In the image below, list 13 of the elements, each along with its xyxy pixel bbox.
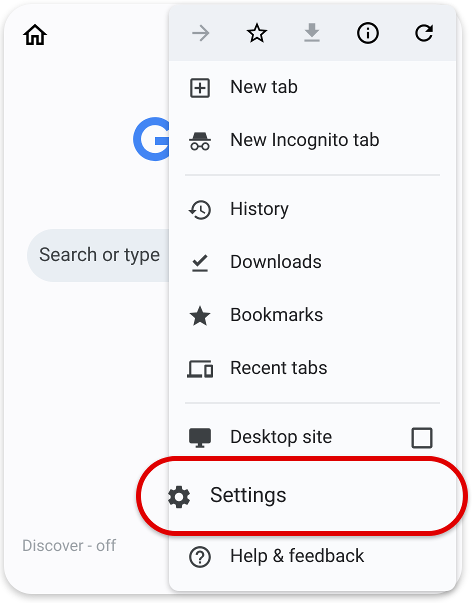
menu-item[interactable]: Help & feedback (230, 542, 364, 570)
menu-item[interactable]: Downloads (230, 248, 322, 276)
menu-item[interactable]: New tab (230, 74, 298, 102)
menu-item[interactable]: Desktop site (230, 424, 332, 452)
discover-status: Discover - off (22, 535, 116, 557)
menu-item[interactable]: Settings (210, 481, 287, 513)
star-icon (187, 302, 213, 328)
menu-item[interactable]: New Incognito tab (230, 126, 380, 154)
menu-item[interactable]: Recent tabs (230, 354, 328, 382)
settings-icon (165, 483, 193, 511)
menu-item[interactable]: History (230, 196, 289, 224)
help-icon (187, 544, 213, 570)
menu-item[interactable]: Bookmarks (230, 302, 324, 330)
